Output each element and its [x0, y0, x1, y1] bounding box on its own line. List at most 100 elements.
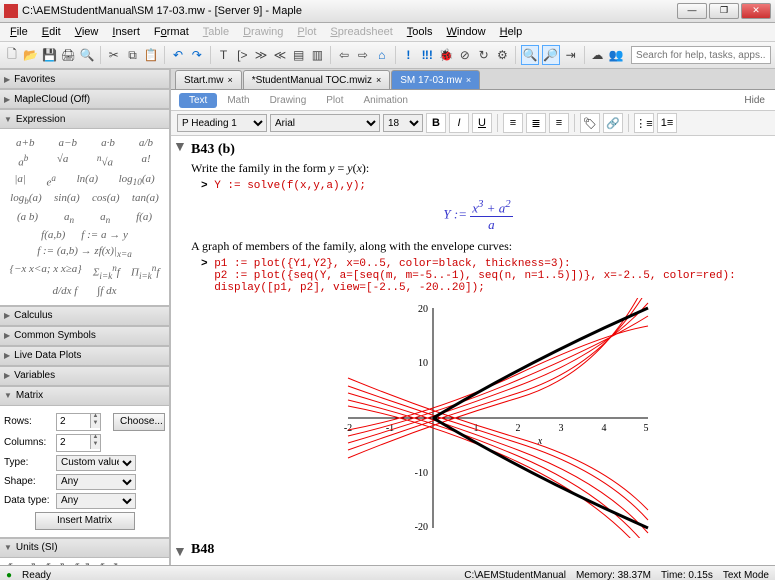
open-icon[interactable]: 📂	[23, 46, 39, 64]
section-icon[interactable]: ▤	[291, 46, 307, 64]
cloud-icon[interactable]: ☁	[589, 46, 605, 64]
section-toggle-icon[interactable]: ▼	[173, 545, 187, 561]
status-memory: Memory: 38.37M	[576, 570, 651, 580]
code-block-1[interactable]: > Y := solve(f(x,y,a),y);	[201, 180, 765, 192]
copy-icon[interactable]: ⧉	[125, 46, 141, 64]
code-block-2[interactable]: > p1 := plot({Y1,Y2}, x=0..5, color=blac…	[201, 258, 765, 294]
hide-button[interactable]: Hide	[744, 95, 775, 106]
insert-text-icon[interactable]: T	[216, 46, 232, 64]
svg-text:-2: -2	[344, 423, 352, 434]
favorites-palette[interactable]: ▶Favorites	[0, 69, 170, 89]
debug-icon[interactable]: 🐞	[438, 46, 454, 64]
preview-icon[interactable]: 🔍	[79, 46, 95, 64]
menu-tools[interactable]: Tools	[401, 24, 439, 40]
variables-palette[interactable]: ▶Variables	[0, 366, 170, 386]
font-select[interactable]: Arial	[270, 114, 380, 132]
live-data-plots-palette[interactable]: ▶Live Data Plots	[0, 346, 170, 366]
cut-icon[interactable]: ✂	[106, 46, 122, 64]
calculus-palette[interactable]: ▶Calculus	[0, 306, 170, 326]
heading-b43: B43 (b)	[191, 142, 765, 158]
kernel-icon[interactable]: ⚙	[495, 46, 511, 64]
subtab-drawing[interactable]: Drawing	[260, 93, 317, 108]
svg-text:-10: -10	[415, 468, 428, 479]
matrix-rows-input[interactable]: ▲▼	[56, 413, 101, 431]
matrix-cols-input[interactable]: ▲▼	[56, 434, 101, 452]
window-title: C:\AEMStudentManual\SM 17-03.mw - [Serve…	[22, 5, 677, 17]
subtab-text[interactable]: Text	[179, 93, 217, 108]
units-palette[interactable]: ▼Units (SI)	[0, 538, 170, 558]
minimize-button[interactable]: —	[677, 3, 707, 19]
matrix-shape-select[interactable]: Any	[56, 474, 136, 490]
align-center-icon[interactable]: ≣	[526, 113, 546, 133]
redo-icon[interactable]: ↷	[189, 46, 205, 64]
status-path: C:\AEMStudentManual	[464, 570, 566, 580]
bullets-icon[interactable]: ⋮≡	[634, 113, 654, 133]
menubar: File Edit View Insert Format Table Drawi…	[0, 23, 775, 42]
tab-icon[interactable]: ⇥	[563, 46, 579, 64]
zoom-out-icon[interactable]: 🔎	[542, 45, 560, 65]
insert-prompt-icon[interactable]: [>	[234, 46, 250, 64]
matrix-choose-button[interactable]: Choose...	[113, 413, 165, 431]
menu-insert[interactable]: Insert	[106, 24, 146, 40]
plot-output: -2-1 12345 x 2010-10-20	[288, 298, 668, 538]
outdent-icon[interactable]: ≪	[272, 46, 288, 64]
fontsize-select[interactable]: 18	[383, 114, 423, 132]
save-icon[interactable]: 💾	[42, 46, 58, 64]
status-ready: Ready	[22, 570, 51, 580]
stop-icon[interactable]: ⊘	[457, 46, 473, 64]
home-icon[interactable]: ⌂	[374, 46, 390, 64]
maximize-button[interactable]: ❐	[709, 3, 739, 19]
search-input[interactable]	[631, 46, 771, 64]
execute-icon[interactable]: !	[401, 46, 417, 64]
menu-window[interactable]: Window	[440, 24, 491, 40]
bold-button[interactable]: B	[426, 113, 446, 133]
align-left-icon[interactable]: ≡	[503, 113, 523, 133]
underline-button[interactable]: U	[472, 113, 492, 133]
menu-file[interactable]: File	[4, 24, 34, 40]
menu-edit[interactable]: Edit	[36, 24, 67, 40]
menu-view[interactable]: View	[69, 24, 105, 40]
link-icon[interactable]: 🔗	[603, 113, 623, 133]
align-right-icon[interactable]: ≡	[549, 113, 569, 133]
execute-all-icon[interactable]: ‼!	[419, 46, 435, 64]
tab-start[interactable]: Start.mw×	[175, 70, 242, 89]
section-toggle-icon[interactable]: ▼	[173, 140, 187, 156]
subtab-plot[interactable]: Plot	[316, 93, 353, 108]
svg-text:10: 10	[418, 358, 428, 369]
back-icon[interactable]: ⇦	[336, 46, 352, 64]
subtab-anim[interactable]: Animation	[354, 93, 418, 108]
status-time: Time: 0.15s	[661, 570, 713, 580]
numbers-icon[interactable]: 1≡	[657, 113, 677, 133]
menu-help[interactable]: Help	[494, 24, 529, 40]
matrix-type-select[interactable]: Custom values	[56, 455, 136, 471]
matrix-body: Rows: ▲▼ Choose... Columns: ▲▼ Type:Cust…	[0, 406, 170, 538]
matrix-dtype-select[interactable]: Any	[56, 493, 136, 509]
subtab-math[interactable]: Math	[217, 93, 259, 108]
status-mode: Text Mode	[723, 570, 769, 580]
paragraph-style-select[interactable]: P Heading 1	[177, 114, 267, 132]
menu-format[interactable]: Format	[148, 24, 195, 40]
insert-matrix-button[interactable]: Insert Matrix	[35, 512, 135, 530]
document-area[interactable]: ▼ B43 (b) Write the family in the form y…	[171, 136, 775, 565]
close-button[interactable]: ✕	[741, 3, 771, 19]
zoom-in-icon[interactable]: 🔍	[521, 45, 539, 65]
restart-icon[interactable]: ↻	[476, 46, 492, 64]
svg-text:2: 2	[516, 423, 521, 434]
print-icon[interactable]: 🖨	[60, 46, 76, 64]
expression-palette[interactable]: ▼Expression	[0, 109, 170, 129]
remove-section-icon[interactable]: ▥	[310, 46, 326, 64]
svg-text:4: 4	[602, 423, 607, 434]
bookmark-icon[interactable]: 🏷	[580, 113, 600, 133]
tab-toc[interactable]: *StudentManual TOC.mwiz×	[243, 70, 391, 89]
undo-icon[interactable]: ↶	[170, 46, 186, 64]
new-doc-icon[interactable]: 🗋	[4, 46, 20, 64]
common-symbols-palette[interactable]: ▶Common Symbols	[0, 326, 170, 346]
maplecloud-palette[interactable]: ▶MapleCloud (Off)	[0, 89, 170, 109]
indent-icon[interactable]: ≫	[253, 46, 269, 64]
tab-active[interactable]: SM 17-03.mw×	[391, 70, 480, 89]
share-icon[interactable]: 👥	[608, 46, 624, 64]
italic-button[interactable]: I	[449, 113, 469, 133]
matrix-palette[interactable]: ▼Matrix	[0, 386, 170, 406]
forward-icon[interactable]: ⇨	[355, 46, 371, 64]
paste-icon[interactable]: 📋	[143, 46, 159, 64]
